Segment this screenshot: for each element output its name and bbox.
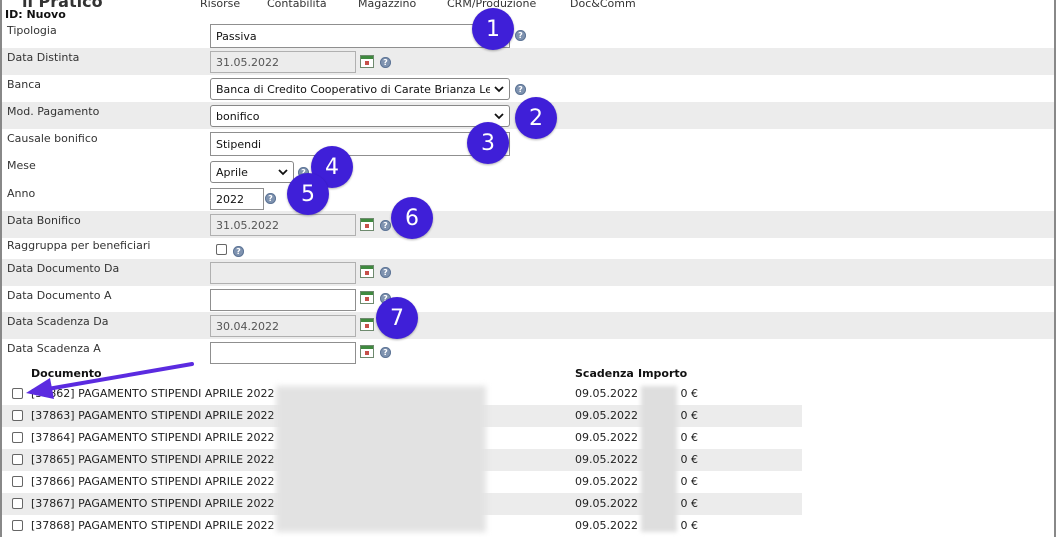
data-distinta-field[interactable]: 31.05.2022 — [210, 51, 356, 73]
row-data-documento-a: Data Documento A — [2, 286, 1054, 313]
row-documento: [37867] PAGAMENTO STIPENDI APRILE 2022 — [31, 497, 275, 510]
banca-select[interactable]: Banca di Credito Cooperativo di Carate B… — [210, 78, 510, 100]
row-checkbox[interactable] — [12, 520, 23, 531]
calendar-icon[interactable] — [360, 218, 374, 231]
help-icon[interactable]: ? — [265, 193, 276, 204]
redacted-amount-area — [641, 386, 677, 532]
label-banca: Banca — [7, 78, 42, 91]
row-anno: Anno — [2, 184, 1054, 211]
data-documento-a-field[interactable] — [210, 289, 356, 311]
row-documento: [37864] PAGAMENTO STIPENDI APRILE 2022 — [31, 431, 275, 444]
data-scadenza-a-field[interactable] — [210, 342, 356, 364]
annotation-badge-5: 5 — [287, 173, 329, 215]
row-scadenza: 09.05.2022 — [575, 475, 638, 488]
nav-item-contabilita[interactable]: Contabilità — [267, 0, 327, 9]
header-documento: Documento — [31, 367, 102, 380]
help-icon[interactable]: ? — [380, 57, 391, 68]
annotation-badge-1: 1 — [472, 8, 514, 50]
row-documento: [37868] PAGAMENTO STIPENDI APRILE 2022 — [31, 519, 275, 532]
row-scadenza: 09.05.2022 — [575, 497, 638, 510]
header-importo: Importo — [638, 367, 688, 380]
annotation-badge-2: 2 — [515, 97, 557, 139]
chevron-down-icon — [278, 169, 288, 176]
mese-value: Aprile — [216, 165, 248, 179]
banca-value: Banca di Credito Cooperativo di Carate B… — [216, 82, 490, 96]
row-documento: [37862] PAGAMENTO STIPENDI APRILE 2022 — [31, 387, 275, 400]
row-scadenza: 09.05.2022 — [575, 453, 638, 466]
mese-select[interactable]: Aprile — [210, 161, 294, 183]
calendar-icon[interactable] — [360, 55, 374, 68]
row-tipologia: Tipologia — [2, 21, 1054, 48]
row-checkbox[interactable] — [12, 388, 23, 399]
row-data-distinta: Data Distinta — [2, 48, 1054, 75]
nav-item-magazzino[interactable]: Magazzino — [358, 0, 416, 9]
calendar-icon[interactable] — [360, 291, 374, 304]
row-documento: [37866] PAGAMENTO STIPENDI APRILE 2022 — [31, 475, 275, 488]
top-navigation: il Pratico Risorse Contabilità Magazzino… — [0, 0, 1056, 9]
help-icon[interactable]: ? — [515, 30, 526, 41]
label-causale-bonifico: Causale bonifico — [7, 132, 98, 145]
row-documento: [37863] PAGAMENTO STIPENDI APRILE 2022 — [31, 409, 275, 422]
label-anno: Anno — [7, 187, 36, 200]
anno-field[interactable]: 2022 — [210, 188, 264, 210]
label-data-bonifico: Data Bonifico — [7, 214, 81, 227]
calendar-icon[interactable] — [360, 345, 374, 358]
help-icon[interactable]: ? — [380, 347, 391, 358]
calendar-icon[interactable] — [360, 265, 374, 278]
row-mese: Mese — [2, 156, 1054, 183]
header-scadenza: Scadenza — [575, 367, 634, 380]
label-data-scadenza-a: Data Scadenza A — [7, 342, 101, 355]
row-data-scadenza-da: Data Scadenza Da — [2, 312, 1054, 339]
label-mese: Mese — [7, 159, 36, 172]
data-scadenza-da-field[interactable]: 30.04.2022 — [210, 315, 356, 337]
mod-pagamento-select[interactable]: bonifico — [210, 105, 510, 127]
calendar-icon[interactable] — [360, 318, 374, 331]
data-documento-da-field[interactable] — [210, 262, 356, 284]
tipologia-field[interactable]: Passiva — [210, 24, 510, 48]
row-data-scadenza-a: Data Scadenza A — [2, 339, 1054, 366]
row-scadenza: 09.05.2022 — [575, 387, 638, 400]
row-checkbox[interactable] — [12, 476, 23, 487]
label-mod-pagamento: Mod. Pagamento — [7, 105, 100, 118]
label-tipologia: Tipologia — [7, 24, 57, 37]
causale-bonifico-field[interactable]: Stipendi — [210, 132, 510, 156]
row-scadenza: 09.05.2022 — [575, 409, 638, 422]
row-scadenza: 09.05.2022 — [575, 431, 638, 444]
data-bonifico-field[interactable]: 31.05.2022 — [210, 214, 356, 236]
row-data-bonifico: Data Bonifico — [2, 211, 1054, 238]
label-raggruppa: Raggruppa per beneficiari — [7, 239, 151, 252]
help-icon[interactable]: ? — [233, 246, 244, 257]
nav-item-risorse[interactable]: Risorse — [200, 0, 240, 9]
annotation-badge-3: 3 — [467, 122, 509, 164]
chevron-down-icon — [494, 113, 504, 120]
label-data-documento-da: Data Documento Da — [7, 262, 120, 275]
row-documento: [37865] PAGAMENTO STIPENDI APRILE 2022 — [31, 453, 275, 466]
label-data-documento-a: Data Documento A — [7, 289, 112, 302]
row-scadenza: 09.05.2022 — [575, 519, 638, 532]
help-icon[interactable]: ? — [380, 220, 391, 231]
row-checkbox[interactable] — [12, 410, 23, 421]
mod-pagamento-value: bonifico — [216, 109, 260, 123]
row-data-documento-da: Data Documento Da — [2, 259, 1054, 286]
annotation-badge-6: 6 — [391, 197, 433, 239]
help-icon[interactable]: ? — [380, 267, 391, 278]
chevron-down-icon — [494, 86, 504, 93]
row-checkbox[interactable] — [12, 454, 23, 465]
label-data-distinta: Data Distinta — [7, 51, 80, 64]
label-data-scadenza-da: Data Scadenza Da — [7, 315, 109, 328]
annotation-badge-7: 7 — [376, 297, 418, 339]
record-id: ID: Nuovo — [5, 8, 66, 21]
nav-item-doc-comm[interactable]: Doc&Comm — [570, 0, 636, 9]
help-icon[interactable]: ? — [515, 84, 526, 95]
raggruppa-checkbox[interactable] — [216, 244, 227, 255]
row-checkbox[interactable] — [12, 498, 23, 509]
redacted-beneficiary-area — [276, 386, 486, 532]
row-checkbox[interactable] — [12, 432, 23, 443]
